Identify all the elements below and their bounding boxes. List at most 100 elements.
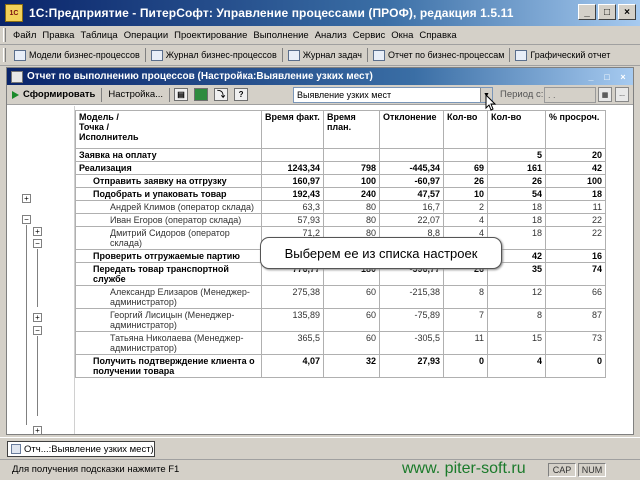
menu-analysis[interactable]: Анализ: [312, 30, 350, 41]
menu-design[interactable]: Проектирование: [171, 30, 250, 41]
table-row[interactable]: Заявка на оплату 5 20: [75, 148, 606, 162]
table-row[interactable]: Подобрать и упаковать товар 192,43 240 47,5…: [75, 187, 606, 201]
expand-icon[interactable]: +: [22, 194, 31, 203]
app-logo-icon: 1C: [5, 4, 23, 22]
doc-close-button[interactable]: ×: [616, 70, 630, 83]
table-row[interactable]: Георгий Лисицын (Менеджер-администратор)…: [75, 308, 606, 332]
col-deviation[interactable]: Отклонение: [379, 110, 444, 149]
menu-service[interactable]: Сервис: [350, 30, 389, 41]
toolbar-grip-icon[interactable]: [3, 48, 6, 62]
journal-icon: [150, 49, 163, 61]
row-value: 80: [323, 213, 380, 227]
row-value: 26: [487, 174, 546, 188]
row-value: 4,07: [261, 354, 324, 378]
menu-table[interactable]: Таблица: [77, 30, 120, 41]
toolbar-bp-journal-button[interactable]: Журнал бизнес-процессов: [147, 49, 281, 61]
menu-bar: Файл Правка Таблица Операции Проектирова…: [0, 26, 640, 45]
row-value: 160,97: [261, 174, 324, 188]
row-value: 47,57: [379, 187, 444, 201]
menu-windows[interactable]: Окна: [388, 30, 416, 41]
table-view-icon[interactable]: ▤: [174, 88, 189, 101]
toolbar-tasks-journal-button[interactable]: Журнал задач: [284, 49, 366, 61]
grouping-gutter: [7, 106, 75, 434]
period-choose-button[interactable]: ...: [615, 87, 629, 102]
row-value: 798: [323, 161, 380, 175]
col-time-plan[interactable]: Время план.: [323, 110, 380, 149]
num-indicator: NUM: [578, 463, 606, 477]
main-toolbar: Модели бизнес-процессов Журнал бизнес-пр…: [0, 45, 640, 66]
toolbar-models-button[interactable]: Модели бизнес-процессов: [10, 49, 144, 61]
row-value: 8: [487, 308, 546, 332]
report-window-titlebar: Отчет по выполнению процессов (Настройка…: [7, 68, 633, 85]
row-value: 42: [545, 161, 606, 175]
collapse-icon[interactable]: −: [33, 326, 42, 335]
doc-minimize-button[interactable]: _: [584, 70, 598, 83]
row-value: 7: [443, 308, 488, 332]
calendar-icon[interactable]: ▦: [598, 87, 612, 102]
minimize-button[interactable]: _: [578, 4, 596, 20]
menu-operations[interactable]: Операции: [121, 30, 171, 41]
row-value: 0: [443, 354, 488, 378]
row-value: 4: [487, 354, 546, 378]
toolbar-graphic-report-button[interactable]: Графический отчет: [511, 49, 614, 61]
settings-button[interactable]: Настройка...: [103, 89, 168, 100]
table-row[interactable]: Андрей Климов (оператор склада) 63,3 80 16,…: [75, 200, 606, 214]
menu-execution[interactable]: Выполнение: [250, 30, 311, 41]
col-overdue[interactable]: % просроч.: [545, 110, 606, 149]
col-time-fact[interactable]: Время факт.: [261, 110, 324, 149]
maximize-button[interactable]: □: [598, 4, 616, 20]
close-button[interactable]: ×: [618, 4, 636, 20]
row-value: 4: [443, 213, 488, 227]
table-row[interactable]: Александр Елизаров (Менеджер-администрат…: [75, 285, 606, 309]
row-value: 27,93: [379, 354, 444, 378]
row-label: Татьяна Николаева (Менеджер-администрато…: [75, 331, 262, 355]
menu-edit[interactable]: Правка: [39, 30, 77, 41]
collapse-icon[interactable]: −: [22, 215, 31, 224]
report-window: Отчет по выполнению процессов (Настройка…: [6, 67, 634, 435]
help-icon[interactable]: ?: [234, 88, 249, 101]
website-watermark: www. piter-soft.ru: [402, 460, 526, 477]
row-value: -60,97: [379, 174, 444, 188]
row-value: 18: [487, 200, 546, 214]
doc-maximize-button[interactable]: □: [600, 70, 614, 83]
row-value: 32: [323, 354, 380, 378]
hint-callout: Выберем ее из списка настроек: [260, 237, 502, 269]
row-value: 60: [323, 285, 380, 309]
table-row[interactable]: Иван Егоров (оператор склада) 57,93 80 22,0…: [75, 213, 606, 227]
table-row[interactable]: Отправить заявку на отгрузку 160,97 100 -60…: [75, 174, 606, 188]
generate-button[interactable]: Сформировать: [7, 89, 100, 100]
expand-icon[interactable]: +: [33, 313, 42, 322]
menu-help[interactable]: Справка: [416, 30, 459, 41]
table-row[interactable]: Получить подтверждение клиента о получен…: [75, 354, 606, 378]
settings-select[interactable]: Выявление узких мест ▼: [293, 87, 493, 103]
col-model[interactable]: Модель / Точка / Исполнитель: [75, 110, 262, 149]
row-value: [443, 148, 488, 162]
table-row[interactable]: Татьяна Николаева (Менеджер-администрато…: [75, 331, 606, 355]
expand-icon[interactable]: +: [33, 426, 42, 434]
row-label: Дмитрий Сидоров (оператор склада): [75, 226, 262, 250]
menu-grip-icon[interactable]: [3, 28, 6, 42]
tree-icon[interactable]: ⤵: [214, 88, 229, 101]
col-count-2[interactable]: Кол-во: [487, 110, 546, 149]
row-value: -215,38: [379, 285, 444, 309]
row-label: Получить подтверждение клиента о получен…: [75, 354, 262, 378]
row-value: 87: [545, 308, 606, 332]
row-value: 16: [545, 249, 606, 263]
row-value: 135,89: [261, 308, 324, 332]
report-area: + − + − + − + Модель / Точка / Исполните…: [7, 106, 633, 434]
taskbar-report-item[interactable]: Отч...:Выявление узких мест): [7, 441, 155, 457]
chart-icon: [515, 49, 528, 61]
models-icon: [14, 49, 26, 61]
period-input[interactable]: . .: [544, 87, 596, 103]
table-row[interactable]: Реализация 1243,34 798 -445,34 69 161 42: [75, 161, 606, 175]
expand-icon[interactable]: +: [33, 227, 42, 236]
col-count[interactable]: Кол-во: [443, 110, 488, 149]
row-label: Подобрать и упаковать товар: [75, 187, 262, 201]
menu-file[interactable]: Файл: [10, 30, 39, 41]
collapse-icon[interactable]: −: [33, 239, 42, 248]
toolbar-bp-report-button[interactable]: Отчет по бизнес-процессам: [369, 49, 508, 61]
save-icon[interactable]: [194, 88, 209, 101]
row-label: Проверить отгружаемые партию: [75, 249, 262, 263]
row-value: 74: [545, 262, 606, 286]
row-value: -75,89: [379, 308, 444, 332]
